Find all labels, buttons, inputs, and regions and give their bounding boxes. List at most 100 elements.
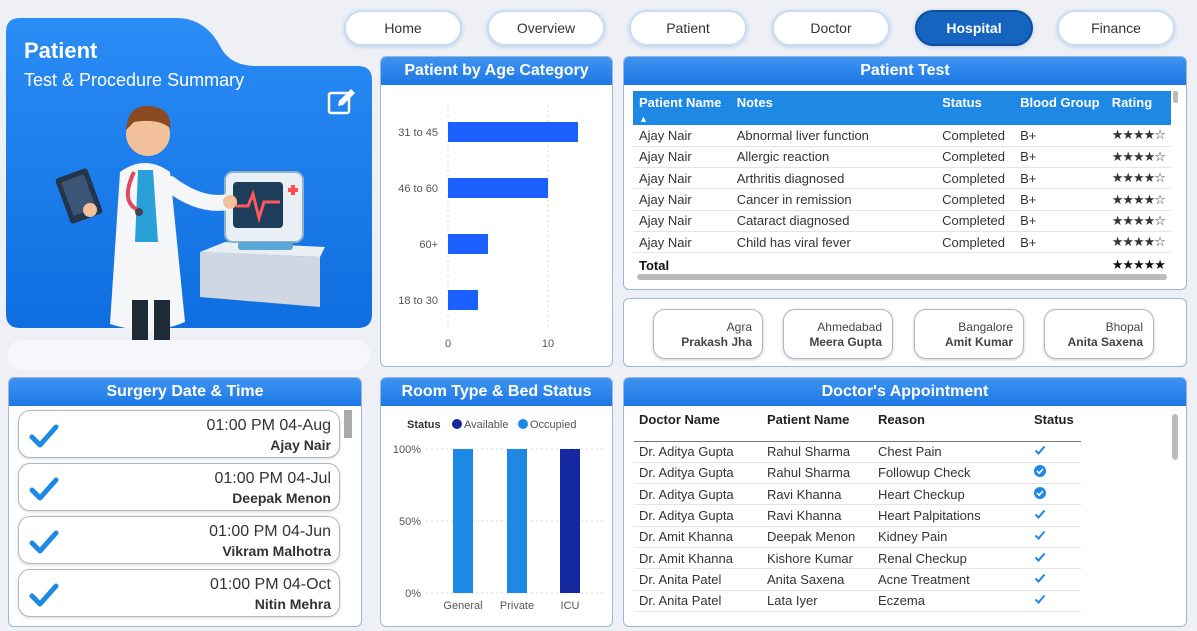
city-name: Ahmedabad	[817, 320, 882, 334]
cell-status: Completed	[936, 210, 1015, 232]
surgery-card[interactable]: 01:00 PM 04-Oct Nitin Mehra	[18, 569, 340, 617]
table-row[interactable]: Ajay Nair Allergic reaction Completed B+ ★★★…	[633, 146, 1171, 169]
cell-blood-group: B+	[1014, 188, 1106, 211]
nav-doctor-button[interactable]: Doctor	[772, 10, 890, 46]
cell-doctor-name: Dr. Aditya Gupta	[634, 504, 762, 527]
col-patient-name[interactable]: Patient Name	[762, 412, 873, 442]
nav-finance-button[interactable]: Finance	[1057, 10, 1175, 46]
city-card[interactable]: Bhopal Anita Saxena	[1044, 309, 1154, 359]
table-row[interactable]: Dr. Aditya Gupta Rahul Sharma Chest Pain	[634, 441, 1081, 463]
bar[interactable]	[507, 449, 527, 593]
table-row[interactable]: Dr. Amit Khanna Deepak Menon Kidney Pain	[634, 526, 1081, 548]
room-status-chart: Status Available Occupied 100% 50% 0% General P…	[393, 419, 603, 612]
bar[interactable]	[448, 234, 488, 254]
table-row[interactable]: Ajay Nair Cataract diagnosed Completed B+ ★★…	[633, 210, 1171, 232]
cell-reason: Heart Palpitations	[873, 504, 1029, 527]
col-notes[interactable]: Notes	[730, 91, 937, 125]
nav-patient-button[interactable]: Patient	[629, 10, 747, 46]
doctor-illustration	[55, 105, 325, 340]
cell-status	[1029, 590, 1081, 612]
age-chart-title: Patient by Age Category	[381, 57, 612, 85]
room-status-panel: Room Type & Bed Status Status Available Oc…	[380, 377, 613, 627]
cell-status: Completed	[936, 167, 1015, 190]
age-category-panel: Patient by Age Category 0 10 31 to 45 46 to…	[380, 56, 613, 367]
cell-patient-name: Ajay Nair	[633, 210, 731, 232]
cell-notes: Arthritis diagnosed	[730, 167, 937, 190]
cell-rating: ★★★★☆	[1105, 188, 1171, 211]
cell-status	[1029, 483, 1081, 506]
y-tick-label: 50%	[399, 516, 421, 528]
city-card[interactable]: Bangalore Amit Kumar	[914, 309, 1024, 359]
check-icon	[29, 477, 59, 501]
bar[interactable]	[448, 122, 578, 142]
table-row[interactable]: Dr. Aditya Gupta Rahul Sharma Followup Che…	[634, 462, 1081, 485]
cell-status: Completed	[936, 231, 1015, 254]
table-row[interactable]: Dr. Aditya Gupta Ravi Khanna Heart Checkup	[634, 483, 1081, 506]
hero-subtitle: Test & Procedure Summary	[24, 70, 245, 90]
patient-test-vscroll[interactable]	[1173, 91, 1178, 103]
doctor-appointment-panel: Doctor's Appointment Doctor Name Patient…	[623, 377, 1187, 627]
nav-overview-button[interactable]: Overview	[487, 10, 605, 46]
x-tick-label: 0	[445, 338, 451, 350]
y-tick-label: 0%	[405, 588, 421, 600]
legend-label[interactable]: Occupied	[530, 419, 576, 431]
cell-patient-name: Ajay Nair	[633, 231, 731, 254]
bar[interactable]	[448, 290, 478, 310]
bar[interactable]	[453, 449, 473, 593]
surgery-patient-name: Nitin Mehra	[254, 596, 331, 612]
table-row[interactable]: Dr. Aditya Gupta Ravi Khanna Heart Palpita…	[634, 504, 1081, 527]
doctor-appointment-scrollbar[interactable]	[1172, 414, 1178, 460]
bar[interactable]	[560, 449, 580, 593]
city-card[interactable]: Ahmedabad Meera Gupta	[783, 309, 893, 359]
surgery-scrollbar[interactable]	[344, 410, 352, 438]
check-icon	[1034, 595, 1046, 605]
patient-test-title: Patient Test	[624, 57, 1186, 85]
city-card[interactable]: Agra Prakash Jha	[653, 309, 763, 359]
col-doctor-name[interactable]: Doctor Name	[634, 412, 762, 442]
surgery-datetime: 01:00 PM 04-Jun	[209, 523, 331, 540]
patient-test-panel: Patient Test Patient Name ▲ Notes Status …	[623, 56, 1187, 290]
table-row[interactable]: Ajay Nair Cancer in remission Completed B+ ★…	[633, 188, 1171, 211]
col-blood-group[interactable]: Blood Group	[1014, 91, 1106, 125]
legend-label[interactable]: Available	[464, 419, 508, 431]
cell-notes: Child has viral fever	[730, 231, 937, 254]
cell-doctor-name: Dr. Aditya Gupta	[634, 441, 762, 463]
table-row[interactable]: Ajay Nair Abnormal liver function Complete…	[633, 125, 1171, 147]
col-patient-name[interactable]: Patient Name ▲	[633, 91, 731, 125]
legend-marker	[452, 419, 462, 429]
table-row[interactable]: Ajay Nair Arthritis diagnosed Completed B+ ★…	[633, 167, 1171, 190]
cell-blood-group: B+	[1014, 125, 1106, 147]
cell-reason: Followup Check	[873, 462, 1029, 485]
city-person: Anita Saxena	[1067, 335, 1143, 349]
table-row[interactable]: Dr. Anita Patel Lata Iyer Eczema	[634, 590, 1081, 612]
top-nav: Home Overview Patient Doctor Hospital Fi…	[344, 10, 1184, 46]
y-tick-label: 60+	[419, 239, 438, 251]
y-tick-label: 100%	[393, 444, 421, 456]
check-icon	[29, 424, 59, 448]
col-rating[interactable]: Rating	[1105, 91, 1171, 125]
table-row[interactable]: Dr. Anita Patel Anita Saxena Acne Treatmen…	[634, 568, 1081, 591]
cell-reason: Kidney Pain	[873, 526, 1029, 548]
col-status[interactable]: Status	[936, 91, 1015, 125]
col-status[interactable]: Status	[1029, 412, 1081, 442]
patient-test-hscroll[interactable]	[637, 274, 1167, 280]
table-row[interactable]: Ajay Nair Child has viral fever Completed B…	[633, 231, 1171, 254]
surgery-card[interactable]: 01:00 PM 04-Jun Vikram Malhotra	[18, 516, 340, 564]
city-person: Meera Gupta	[809, 335, 882, 349]
sort-asc-icon[interactable]: ▲	[639, 114, 648, 124]
surgery-title: Surgery Date & Time	[9, 378, 361, 406]
check-icon	[1034, 445, 1046, 456]
city-name: Agra	[726, 320, 752, 334]
city-cards-panel: Agra Prakash Jha Ahmedabad Meera Gupta B…	[623, 298, 1187, 367]
cell-notes: Cancer in remission	[730, 188, 937, 211]
col-reason[interactable]: Reason	[873, 412, 1029, 442]
surgery-card[interactable]: 01:00 PM 04-Aug Ajay Nair	[18, 410, 340, 458]
bar[interactable]	[448, 178, 548, 198]
cell-notes: Abnormal liver function	[730, 125, 937, 147]
table-row[interactable]: Dr. Amit Khanna Kishore Kumar Renal Checku…	[634, 547, 1081, 570]
surgery-card[interactable]: 01:00 PM 04-Jul Deepak Menon	[18, 463, 340, 511]
nav-hospital-button[interactable]: Hospital	[915, 10, 1033, 46]
hero-banner: Patient Test & Procedure Summary	[6, 18, 372, 340]
cell-rating: ★★★★☆	[1105, 210, 1171, 232]
x-tick-label: General	[443, 600, 482, 612]
